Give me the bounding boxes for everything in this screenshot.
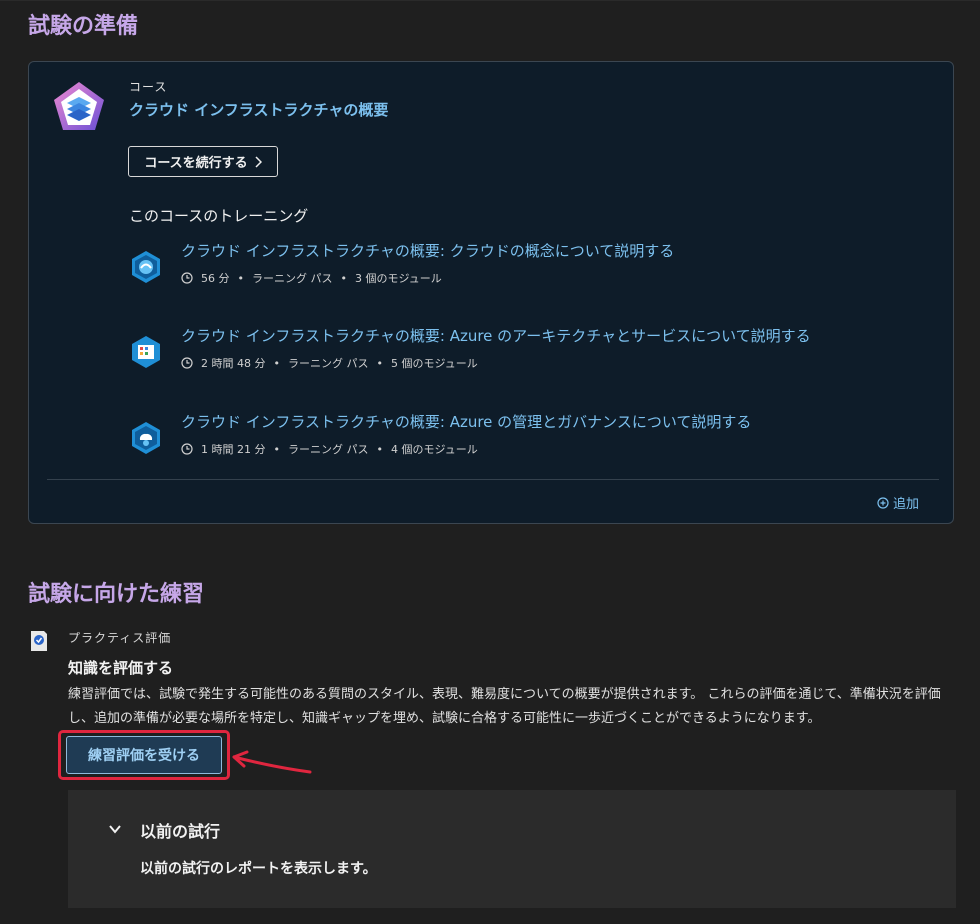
training-heading: このコースのトレーニング xyxy=(129,207,309,225)
bullet-separator: • xyxy=(376,442,384,456)
continue-course-label: コースを続行する xyxy=(144,156,248,171)
learning-path-item[interactable]: クラウド インフラストラクチャの概要: Azure の管理とガバナンスについて説… xyxy=(129,411,919,461)
practice-assessment-icon xyxy=(31,631,47,651)
course-badge-icon xyxy=(54,82,104,130)
duration: 2 時間 48 分 xyxy=(201,357,266,370)
course-kicker: コース xyxy=(129,80,168,94)
course-card: コース クラウド インフラストラクチャの概要 コースを続行する このコースのトレ… xyxy=(28,61,954,524)
course-title-link[interactable]: クラウド インフラストラクチャの概要 xyxy=(129,99,388,120)
practice-description: 練習評価では、試験で発生する可能性のある質問のスタイル、表現、難易度についての概… xyxy=(68,687,941,726)
chevron-right-icon xyxy=(255,155,262,168)
plus-circle-icon xyxy=(877,496,889,509)
cloud-concepts-icon xyxy=(132,251,160,283)
bullet-separator: • xyxy=(376,356,384,370)
highlight-box xyxy=(58,730,230,780)
bullet-separator: • xyxy=(237,271,245,285)
learning-path-item[interactable]: クラウド インフラストラクチャの概要: クラウドの概念について説明する 56 分… xyxy=(129,240,919,290)
duration: 56 分 xyxy=(201,272,230,285)
bullet-separator: • xyxy=(273,356,281,370)
item-type: ラーニング パス xyxy=(288,443,369,456)
previous-attempts-title[interactable]: 以前の試行 xyxy=(140,818,220,842)
learning-path-title[interactable]: クラウド インフラストラクチャの概要: Azure の管理とガバナンスについて説… xyxy=(181,411,751,432)
clock-icon xyxy=(181,443,193,455)
prep-section-title: 試験の準備 xyxy=(28,14,139,39)
continue-course-button[interactable]: コースを続行する xyxy=(128,146,278,177)
item-type: ラーニング パス xyxy=(288,357,369,370)
bullet-separator: • xyxy=(273,442,281,456)
card-divider xyxy=(47,479,939,480)
governance-icon xyxy=(132,422,160,454)
clock-icon xyxy=(181,357,193,369)
module-count: 3 個のモジュール xyxy=(355,272,442,285)
learning-path-meta: 1 時間 21 分 • ラーニング パス • 4 個のモジュール xyxy=(181,441,478,457)
practice-section-title: 試験に向けた練習 xyxy=(28,582,205,607)
add-label: 追加 xyxy=(892,497,919,512)
architecture-icon xyxy=(132,336,160,368)
learning-path-title[interactable]: クラウド インフラストラクチャの概要: Azure のアーキテクチャとサービスに… xyxy=(181,325,811,346)
chevron-down-icon[interactable] xyxy=(108,822,122,836)
learning-path-title[interactable]: クラウド インフラストラクチャの概要: クラウドの概念について説明する xyxy=(181,240,674,261)
bullet-separator: • xyxy=(340,271,348,285)
add-button[interactable]: 追加 xyxy=(877,493,919,512)
learning-path-meta: 56 分 • ラーニング パス • 3 個のモジュール xyxy=(181,270,442,286)
learning-path-item[interactable]: クラウド インフラストラクチャの概要: Azure のアーキテクチャとサービスに… xyxy=(129,325,919,375)
previous-attempts-panel[interactable]: 以前の試行 以前の試行のレポートを表示します。 xyxy=(68,790,956,908)
practice-heading: 知識を評価する xyxy=(68,659,174,677)
module-count: 5 個のモジュール xyxy=(391,357,478,370)
top-divider xyxy=(0,0,980,1)
clock-icon xyxy=(181,272,193,284)
previous-attempts-description: 以前の試行のレポートを表示します。 xyxy=(140,861,377,877)
duration: 1 時間 21 分 xyxy=(201,443,266,456)
module-count: 4 個のモジュール xyxy=(391,443,478,456)
practice-kicker: プラクティス評価 xyxy=(68,631,172,645)
item-type: ラーニング パス xyxy=(252,272,333,285)
learning-path-meta: 2 時間 48 分 • ラーニング パス • 5 個のモジュール xyxy=(181,355,478,371)
annotation-arrow-icon xyxy=(232,750,312,774)
